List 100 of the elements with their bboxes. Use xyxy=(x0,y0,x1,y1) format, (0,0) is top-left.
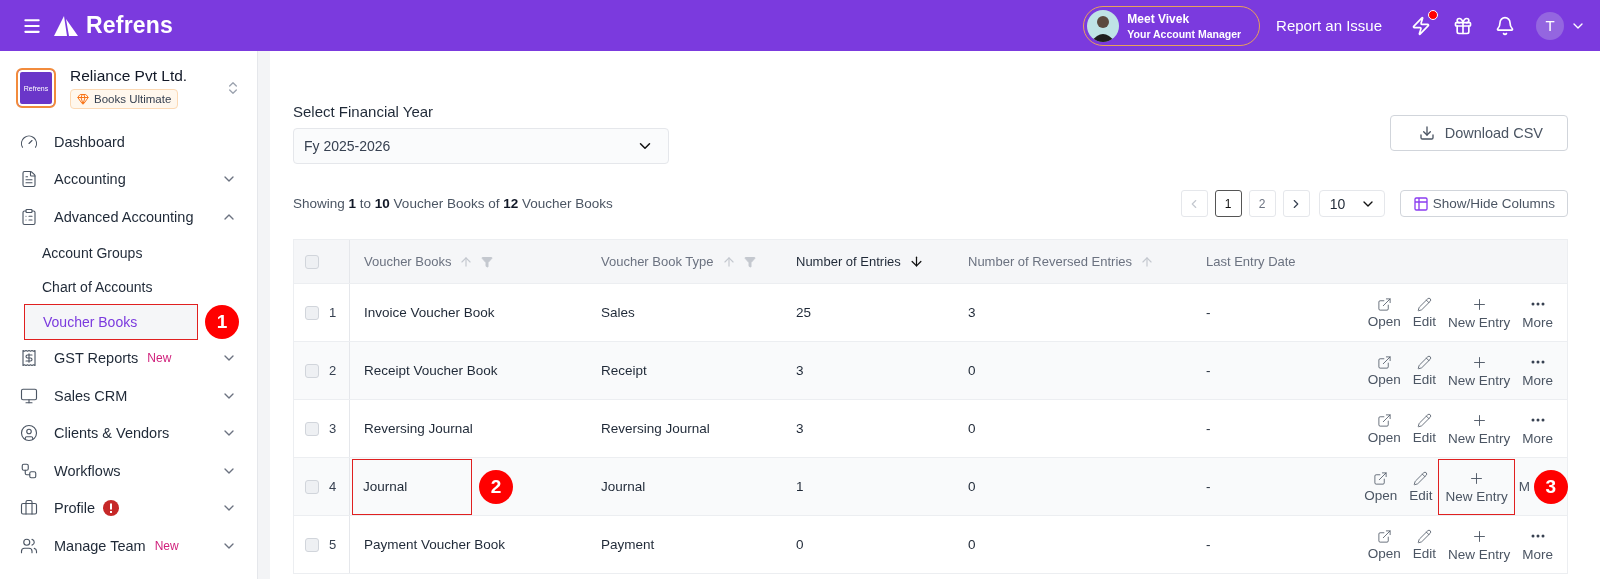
sort-desc-icon[interactable] xyxy=(908,254,924,269)
new-label: New xyxy=(154,538,179,553)
table-cell-text: 3 xyxy=(967,305,977,320)
page-size-select[interactable]: 10 xyxy=(1318,190,1385,217)
document-icon[interactable] xyxy=(20,170,38,189)
more-button[interactable]: More xyxy=(1516,516,1559,573)
sidebar-subitem[interactable]: Chart of Accounts xyxy=(16,269,241,304)
sidebar-item[interactable]: Accounting xyxy=(54,171,126,188)
external-link-icon xyxy=(1376,528,1392,544)
table-cell-text: Journal xyxy=(600,479,647,494)
manager-role: Your Account Manager xyxy=(1127,27,1242,40)
row-number: 1 xyxy=(329,305,337,320)
row-checkbox[interactable] xyxy=(305,363,319,378)
sidebar-subitem[interactable]: Voucher Books xyxy=(25,304,197,339)
zap-icon[interactable] xyxy=(1411,15,1431,36)
bell-icon[interactable] xyxy=(1495,15,1515,36)
more-icon xyxy=(1530,301,1545,306)
row-number: 3 xyxy=(329,421,337,436)
new-entry-button[interactable]: New Entry xyxy=(1441,342,1517,399)
more-icon xyxy=(1530,417,1545,422)
more-button[interactable]: More xyxy=(1516,342,1559,399)
table-cell-text: Invoice Voucher Book xyxy=(363,305,496,320)
report-issue-link[interactable]: Report an Issue xyxy=(1276,17,1382,34)
pencil-icon xyxy=(1416,296,1432,312)
step-number: 1 xyxy=(205,304,239,339)
table-icon xyxy=(1412,195,1429,212)
page-button[interactable]: 1 xyxy=(1214,190,1242,217)
open-button[interactable]: Open xyxy=(1361,284,1407,341)
monitor-icon[interactable] xyxy=(20,386,38,405)
table-cell-text: Payment xyxy=(600,537,656,552)
sidebar-item[interactable]: Advanced Accounting xyxy=(54,208,194,225)
table-cell-text: Sales xyxy=(600,305,636,320)
external-link-icon xyxy=(1376,354,1392,370)
open-button[interactable]: Open xyxy=(1358,458,1404,515)
table-cell-text: - xyxy=(1205,479,1212,494)
briefcase-icon[interactable] xyxy=(20,499,38,518)
more-button[interactable]: More xyxy=(1516,400,1559,457)
download-csv-button[interactable]: Download CSV xyxy=(1389,115,1568,151)
sidebar-item[interactable]: Profile xyxy=(54,500,96,517)
user-icon[interactable] xyxy=(20,424,38,443)
row-checkbox[interactable] xyxy=(305,479,319,494)
new-entry-button[interactable]: New Entry xyxy=(1441,284,1517,341)
gauge-icon[interactable] xyxy=(20,132,38,151)
table-cell-text: 0 xyxy=(795,537,805,552)
more-button[interactable]: More xyxy=(1516,284,1559,341)
column-header[interactable]: Number of Reversed Entries xyxy=(968,254,1132,269)
row-number: 5 xyxy=(329,537,337,552)
table-cell-text: Receipt Voucher Book xyxy=(363,363,499,378)
sidebar-item[interactable]: Manage Team xyxy=(54,537,146,554)
open-button[interactable]: Open xyxy=(1361,516,1407,573)
people-icon[interactable] xyxy=(20,536,38,555)
gift-icon[interactable] xyxy=(1453,15,1473,36)
show-hide-columns-button[interactable]: Show/Hide Columns xyxy=(1399,190,1568,217)
table-cell-text: 25 xyxy=(795,305,813,320)
table-cell-text: 3 xyxy=(795,363,805,378)
field-label: Select Financial Year xyxy=(293,103,435,120)
new-entry-button[interactable]: New Entry xyxy=(1441,400,1517,457)
sidebar-item[interactable]: Sales CRM xyxy=(54,387,128,404)
sidebar-item[interactable]: GST Reports xyxy=(54,350,139,367)
step-number: 2 xyxy=(479,469,513,504)
download-icon xyxy=(1418,125,1435,141)
manager-name: Meet Vivek xyxy=(1127,11,1191,26)
row-checkbox[interactable] xyxy=(305,537,319,552)
open-button[interactable]: Open xyxy=(1361,400,1407,457)
column-header[interactable]: Voucher Book Type xyxy=(601,254,714,269)
action-label[interactable]: M xyxy=(1518,478,1530,515)
user-avatar[interactable]: T xyxy=(1536,11,1564,40)
workflow-icon[interactable] xyxy=(20,461,38,480)
edit-button[interactable]: Edit xyxy=(1406,342,1442,399)
select-all-checkbox[interactable] xyxy=(305,254,319,269)
new-label: New xyxy=(147,351,172,366)
sidebar-item[interactable]: Workflows xyxy=(54,462,121,479)
column-header[interactable]: Last Entry Date xyxy=(1206,254,1296,269)
open-button[interactable]: Open xyxy=(1361,342,1407,399)
receipt-icon[interactable] xyxy=(20,349,38,368)
financial-year-select[interactable]: Fy 2025-2026 xyxy=(293,128,669,164)
table-cell-text: 0 xyxy=(967,363,977,378)
row-checkbox[interactable] xyxy=(305,421,319,436)
avatar-icon xyxy=(1087,9,1120,42)
results-summary: Showing 1 to 10 Voucher Books of 12 Voucher Books xyxy=(293,196,614,211)
table-cell-text: - xyxy=(1205,421,1212,436)
column-header[interactable]: Number of Entries xyxy=(796,254,901,269)
edit-button[interactable]: Edit xyxy=(1406,400,1442,457)
edit-button[interactable]: Edit xyxy=(1403,458,1439,515)
step-number: 3 xyxy=(1533,469,1568,504)
column-header[interactable]: Voucher Books xyxy=(364,254,452,269)
page-button[interactable]: 2 xyxy=(1248,190,1276,217)
pencil-icon xyxy=(1416,412,1432,428)
edit-button[interactable]: Edit xyxy=(1406,516,1442,573)
new-entry-button[interactable]: New Entry xyxy=(1441,516,1517,573)
external-link-icon xyxy=(1373,470,1389,486)
edit-button[interactable]: Edit xyxy=(1406,284,1442,341)
sidebar-item[interactable]: Dashboard xyxy=(54,133,125,150)
clipboard-icon[interactable] xyxy=(20,207,38,226)
table-cell-text: Payment Voucher Book xyxy=(363,537,507,552)
pencil-icon xyxy=(1416,354,1432,370)
row-checkbox[interactable] xyxy=(305,305,319,320)
row-number: 4 xyxy=(329,479,337,494)
sidebar-subitem[interactable]: Account Groups xyxy=(16,235,241,270)
sidebar-item[interactable]: Clients & Vendors xyxy=(54,425,170,442)
